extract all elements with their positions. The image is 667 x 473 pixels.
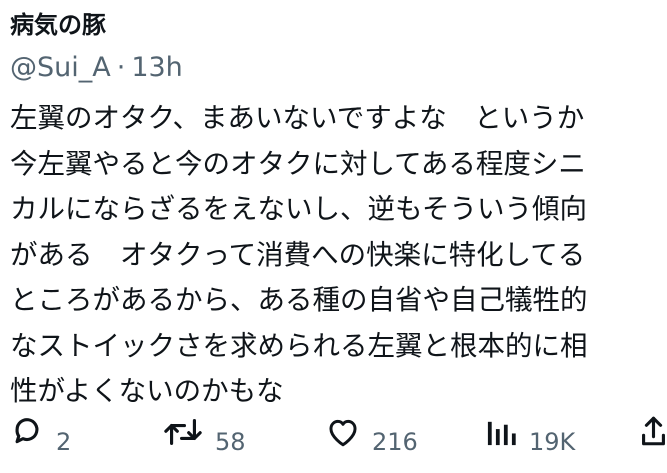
heart-icon (329, 419, 357, 447)
user-handle[interactable]: @Sui_A (10, 52, 111, 83)
like-button[interactable]: 216 (326, 416, 418, 454)
reply-count: 2 (56, 428, 72, 456)
tweet-text-line: カルにならざるをえないし、逆もそういう傾向 (10, 193, 587, 225)
tweet-meta: @Sui_A · 13h (10, 48, 665, 88)
reply-button[interactable]: 2 (10, 414, 71, 454)
retweet-button[interactable]: 58 (163, 416, 246, 454)
like-count: 216 (372, 428, 418, 456)
share-icon (642, 416, 665, 446)
display-name[interactable]: 病気の豚 (10, 6, 665, 44)
retweet-icon (164, 419, 202, 445)
tweet: 病気の豚 @Sui_A · 13h 左翼のオタク、まあいないですよな というか 今左… (10, 6, 665, 415)
retweet-count: 58 (215, 428, 246, 456)
views-button[interactable]: 19K (485, 416, 575, 454)
tweet-text-line: 左翼のオタク、まあいないですよな というか (10, 102, 585, 134)
views-count: 19K (529, 428, 576, 456)
reply-icon (15, 418, 39, 444)
tweet-timestamp[interactable]: 13h (131, 52, 182, 83)
tweet-text-line: 今左翼やると今のオタクに対してある程度シニ (10, 147, 586, 180)
tweet-text: 左翼のオタク、まあいないですよな というか 今左翼やると今のオタクに対してある程… (10, 96, 665, 415)
share-button[interactable] (640, 414, 667, 448)
tweet-text-line: ところがあるから、ある種の自省や自己犠牲的 (10, 284, 588, 316)
tweet-text-line: がある オタクって消費への快楽に特化してる (10, 238, 586, 271)
tweet-text-line: なストイックさを求められる左翼と根本的に相 (10, 329, 588, 362)
action-bar: 2 58 216 19K (0, 408, 667, 468)
meta-separator: · (116, 52, 126, 83)
views-icon (487, 421, 516, 446)
